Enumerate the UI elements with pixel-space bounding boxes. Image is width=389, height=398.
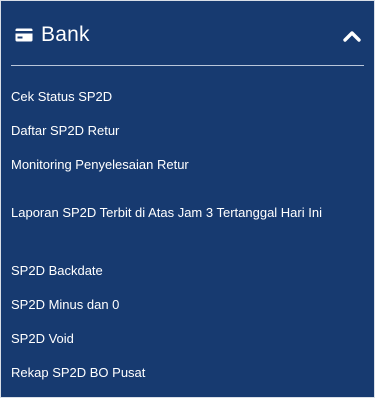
panel-title: Bank bbox=[41, 23, 90, 46]
menu-item-sp2d-backdate[interactable]: SP2D Backdate bbox=[11, 261, 361, 281]
chevron-up-icon bbox=[343, 31, 361, 42]
panel-header[interactable]: Bank bbox=[1, 1, 374, 65]
menu-item-cek-status-sp2d[interactable]: Cek Status SP2D bbox=[11, 87, 361, 107]
menu-item-sp2d-void[interactable]: SP2D Void bbox=[11, 329, 361, 349]
menu-item-monitoring-penyelesaian-retur[interactable]: Monitoring Penyelesaian Retur bbox=[11, 155, 361, 175]
collapse-button[interactable] bbox=[341, 25, 363, 47]
header-divider bbox=[11, 65, 364, 66]
bank-menu-panel: Bank Cek Status SP2D Daftar SP2D Retur M… bbox=[0, 0, 375, 398]
menu-item-laporan-sp2d-terbit[interactable]: Laporan SP2D Terbit di Atas Jam 3 Tertan… bbox=[11, 203, 361, 223]
menu-item-sp2d-minus-dan-0[interactable]: SP2D Minus dan 0 bbox=[11, 295, 361, 315]
credit-card-icon bbox=[15, 28, 33, 42]
menu-item-rekap-sp2d-bo-pusat[interactable]: Rekap SP2D BO Pusat bbox=[11, 363, 361, 383]
menu-item-daftar-sp2d-retur[interactable]: Daftar SP2D Retur bbox=[11, 121, 361, 141]
